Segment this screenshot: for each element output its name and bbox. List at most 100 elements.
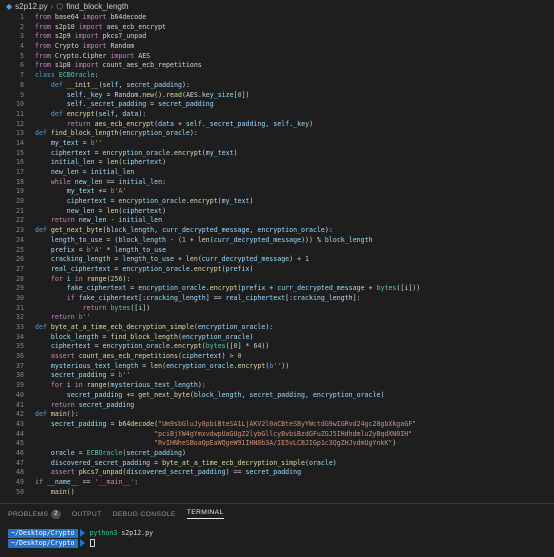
code-text[interactable]: my_text = b'' — [35, 139, 554, 149]
code-line[interactable]: 33 def byte_at_a_time_ecb_decryption_simp… — [0, 323, 554, 333]
code-line[interactable]: 5 from Crypto.Cipher import AES — [0, 52, 554, 62]
code-line[interactable]: 45 "RvIHNheSBoaQpEaWQgeW91IHN0b3A/IE5vLC… — [0, 439, 554, 449]
code-text[interactable]: my_text += b'A' — [35, 187, 554, 197]
code-line[interactable]: 2 from s2p10 import aes_ecb_encrypt — [0, 23, 554, 33]
code-line[interactable]: 44 "pciBjYW4gYmxvdwpUaGUgZ2lybGllcyBvbiB… — [0, 430, 554, 440]
code-text[interactable]: secret_padding += get_next_byte(block_le… — [35, 391, 554, 401]
code-text[interactable]: self._secret_padding = secret_padding — [35, 100, 554, 110]
code-line[interactable]: 12 return aes_ecb_encrypt(data + self._s… — [0, 120, 554, 130]
code-line[interactable]: 10 self._secret_padding = secret_padding — [0, 100, 554, 110]
code-line[interactable]: 29 fake_ciphertext = encryption_oracle.e… — [0, 284, 554, 294]
code-line[interactable]: 6 from s1p8 import count_aes_ecb_repetiti… — [0, 61, 554, 71]
code-line[interactable]: 1 from base64 import b64decode — [0, 13, 554, 23]
code-line[interactable]: 7 class ECBOracle: — [0, 71, 554, 81]
code-line[interactable]: 27 real_ciphertext = encryption_oracle.e… — [0, 265, 554, 275]
code-text[interactable]: for i in range(mysterious_text_length): — [35, 381, 554, 391]
code-line[interactable]: 50 main() — [0, 488, 554, 498]
code-editor[interactable]: 1 from base64 import b64decode 2 from s2p10… — [0, 13, 554, 503]
code-line[interactable]: 25 prefix = b'A' * length_to_use — [0, 246, 554, 256]
code-text[interactable]: fake_ciphertext = encryption_oracle.encr… — [35, 284, 554, 294]
code-line[interactable]: 18 while new_len == initial_len: — [0, 178, 554, 188]
code-line[interactable]: 35 ciphertext = encryption_oracle.encryp… — [0, 342, 554, 352]
code-text[interactable]: secret_padding = b'' — [35, 371, 554, 381]
code-line[interactable]: 13 def find_block_length(encryption_oracl… — [0, 129, 554, 139]
code-line[interactable]: 38 secret_padding = b'' — [0, 371, 554, 381]
code-text[interactable]: return new_len - initial_len — [35, 216, 554, 226]
code-text[interactable]: secret_padding = b64decode("Um9sbGluJy8p… — [35, 420, 554, 430]
code-text[interactable]: new_len = initial_len — [35, 168, 554, 178]
code-text[interactable]: mysterious_text_length = len(encryption_… — [35, 362, 554, 372]
code-line[interactable]: 32 return b'' — [0, 313, 554, 323]
code-text[interactable]: if __name__ == '__main__': — [35, 478, 554, 488]
code-text[interactable]: return aes_ecb_encrypt(data + self._secr… — [35, 120, 554, 130]
code-text[interactable]: from Crypto.Cipher import AES — [35, 52, 554, 62]
code-text[interactable]: oracle = ECBOracle(secret_padding) — [35, 449, 554, 459]
code-line[interactable]: 46 oracle = ECBOracle(secret_padding) — [0, 449, 554, 459]
code-line[interactable]: 26 cracking_length = length_to_use + len… — [0, 255, 554, 265]
code-text[interactable]: main() — [35, 488, 554, 498]
code-line[interactable]: 19 my_text += b'A' — [0, 187, 554, 197]
code-line[interactable]: 36 assert count_aes_ecb_repetitions(ciph… — [0, 352, 554, 362]
breadcrumb-symbol[interactable]: find_block_length — [66, 2, 128, 11]
tab-terminal[interactable]: TERMINAL — [186, 509, 224, 519]
code-text[interactable]: return b'' — [35, 313, 554, 323]
code-text[interactable]: def byte_at_a_time_ecb_decryption_simple… — [35, 323, 554, 333]
code-text[interactable]: initial_len = len(ciphertext) — [35, 158, 554, 168]
code-line[interactable]: 9 self._key = Random.new().read(AES.key_… — [0, 91, 554, 101]
code-text[interactable]: from Crypto import Random — [35, 42, 554, 52]
code-line[interactable]: 43 secret_padding = b64decode("Um9sbGluJ… — [0, 420, 554, 430]
code-text[interactable]: ciphertext = encryption_oracle.encrypt(m… — [35, 197, 554, 207]
code-text[interactable]: cracking_length = length_to_use + len(cu… — [35, 255, 554, 265]
code-text[interactable]: class ECBOracle: — [35, 71, 554, 81]
code-line[interactable]: 11 def encrypt(self, data): — [0, 110, 554, 120]
code-text[interactable]: assert count_aes_ecb_repetitions(ciphert… — [35, 352, 554, 362]
code-text[interactable]: while new_len == initial_len: — [35, 178, 554, 188]
code-text[interactable]: from s2p9 import pkcs7_unpad — [35, 32, 554, 42]
code-line[interactable]: 22 return new_len - initial_len — [0, 216, 554, 226]
breadcrumb-file[interactable]: s2p12.py — [15, 2, 47, 11]
code-line[interactable]: 24 length_to_use = (block_length - (1 + … — [0, 236, 554, 246]
code-line[interactable]: 14 my_text = b'' — [0, 139, 554, 149]
code-text[interactable]: assert pkcs7_unpad(discovered_secret_pad… — [35, 468, 554, 478]
code-text[interactable]: return secret_padding — [35, 401, 554, 411]
code-text[interactable]: new_len = len(ciphertext) — [35, 207, 554, 217]
code-line[interactable]: 4 from Crypto import Random — [0, 42, 554, 52]
tab-problems[interactable]: PROBLEMS 2 — [8, 509, 61, 519]
code-line[interactable]: 28 for i in range(256): — [0, 275, 554, 285]
code-text[interactable]: for i in range(256): — [35, 275, 554, 285]
code-line[interactable]: 48 assert pkcs7_unpad(discovered_secret_… — [0, 468, 554, 478]
code-line[interactable]: 37 mysterious_text_length = len(encrypti… — [0, 362, 554, 372]
code-line[interactable]: 49 if __name__ == '__main__': — [0, 478, 554, 488]
code-line[interactable]: 21 new_len = len(ciphertext) — [0, 207, 554, 217]
code-line[interactable]: 3 from s2p9 import pkcs7_unpad — [0, 32, 554, 42]
code-text[interactable]: block_length = find_block_length(encrypt… — [35, 333, 554, 343]
code-text[interactable]: length_to_use = (block_length - (1 + len… — [35, 236, 554, 246]
tab-debug-console[interactable]: DEBUG CONSOLE — [113, 511, 176, 518]
code-text[interactable]: def __init__(self, secret_padding): — [35, 81, 554, 91]
code-text[interactable]: def main(): — [35, 410, 554, 420]
code-line[interactable]: 41 return secret_padding — [0, 401, 554, 411]
code-text[interactable]: discovered_secret_padding = byte_at_a_ti… — [35, 459, 554, 469]
code-text[interactable]: self._key = Random.new().read(AES.key_si… — [35, 91, 554, 101]
code-line[interactable]: 47 discovered_secret_padding = byte_at_a… — [0, 459, 554, 469]
code-text[interactable]: "RvIHNheSBoaQpEaWQgeW91IHN0b3A/IE5vLCBJI… — [35, 439, 554, 449]
code-line[interactable]: 8 def __init__(self, secret_padding): — [0, 81, 554, 91]
code-text[interactable]: from base64 import b64decode — [35, 13, 554, 23]
code-line[interactable]: 31 return bytes([i]) — [0, 304, 554, 314]
code-text[interactable]: "pciBjYW4gYmxvdwpUaGUgZ2lybGllcyBvbiBzdG… — [35, 430, 554, 440]
code-text[interactable]: ciphertext = encryption_oracle.encrypt(b… — [35, 342, 554, 352]
code-text[interactable]: def get_next_byte(block_length, curr_dec… — [35, 226, 554, 236]
code-line[interactable]: 39 for i in range(mysterious_text_length… — [0, 381, 554, 391]
code-line[interactable]: 17 new_len = initial_len — [0, 168, 554, 178]
code-text[interactable]: def encrypt(self, data): — [35, 110, 554, 120]
tab-output[interactable]: OUTPUT — [72, 511, 102, 518]
code-line[interactable]: 42 def main(): — [0, 410, 554, 420]
code-text[interactable]: prefix = b'A' * length_to_use — [35, 246, 554, 256]
code-text[interactable]: if fake_ciphertext[:cracking_length] == … — [35, 294, 554, 304]
code-line[interactable]: 40 secret_padding += get_next_byte(block… — [0, 391, 554, 401]
code-line[interactable]: 34 block_length = find_block_length(encr… — [0, 333, 554, 343]
code-text[interactable]: ciphertext = encryption_oracle.encrypt(m… — [35, 149, 554, 159]
code-line[interactable]: 15 ciphertext = encryption_oracle.encryp… — [0, 149, 554, 159]
terminal[interactable]: ~/Desktop/Crypto python3 s2p12.py ~/Desk… — [0, 528, 554, 557]
code-line[interactable]: 20 ciphertext = encryption_oracle.encryp… — [0, 197, 554, 207]
